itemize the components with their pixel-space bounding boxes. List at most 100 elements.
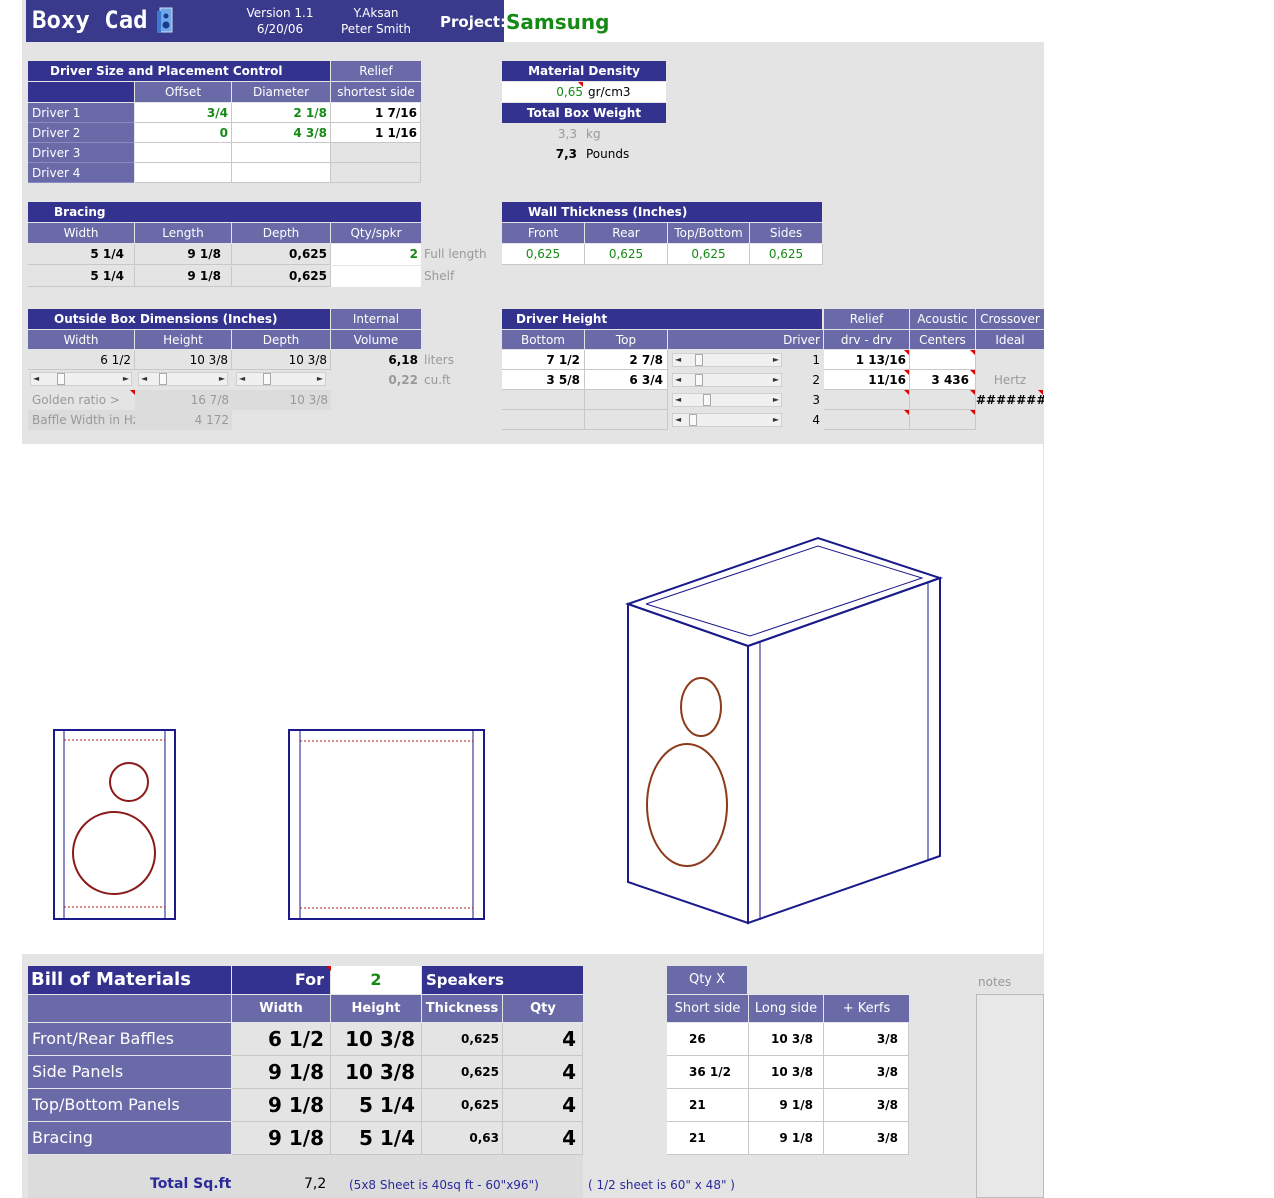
dh-relief-value: 11/16	[824, 370, 910, 390]
width-scrollbar[interactable]: ◄ ►	[30, 372, 132, 386]
bom-height-value: 5 1/4	[331, 1089, 422, 1122]
notes-box[interactable]	[976, 994, 1044, 1198]
dh-col-bottom: Bottom	[502, 330, 584, 349]
driver-relief-value	[331, 163, 421, 183]
version-label: Version 1.1	[246, 6, 314, 20]
driver-row-label: Driver 3	[28, 143, 134, 163]
bom-speaker-count[interactable]: 2	[331, 966, 421, 994]
driver-diameter-input[interactable]	[232, 163, 331, 183]
cuft-unit: cu.ft	[424, 373, 451, 387]
comment-marker	[904, 390, 909, 395]
bracing-length-value: 9 1/8	[135, 244, 232, 265]
driver-height-scrollbar[interactable]: ◄ ►	[672, 393, 782, 407]
comment-marker	[904, 350, 909, 355]
bracing-depth-value: 0,625	[232, 244, 331, 265]
dh-top-value	[585, 410, 668, 430]
bom-qty-value: 4	[503, 1023, 583, 1056]
relief-header: Relief	[331, 61, 421, 81]
comment-marker	[904, 410, 909, 415]
speaker-logo-icon	[157, 7, 173, 33]
dh-col-driver: Driver	[668, 330, 823, 349]
wall-thickness-input[interactable]: 0,625	[585, 244, 668, 265]
driver-diameter-input[interactable]	[232, 143, 331, 163]
driver-height-scrollbar[interactable]: ◄ ►	[672, 373, 782, 387]
total-sqft-value: 7,2	[304, 1176, 327, 1192]
cut-short-value: 26	[667, 1023, 749, 1056]
sheet-note: (5x8 Sheet is 40sq ft - 60"x96")	[349, 1178, 539, 1192]
comment-marker	[578, 82, 583, 87]
bracing-title: Bracing	[28, 202, 421, 222]
driver-diameter-input[interactable]: 2 1/8	[232, 103, 331, 123]
bracing-note: Full length	[424, 247, 487, 261]
comment-marker	[904, 370, 909, 375]
dh-bottom-value	[502, 390, 585, 410]
bracing-col-depth: Depth	[232, 223, 330, 243]
wall-col-1: Rear	[585, 223, 667, 243]
outside-height-value: 10 3/8	[135, 350, 232, 370]
baffle-width-value: 4 172	[135, 410, 232, 430]
wall-thickness-input[interactable]: 0,625	[502, 244, 585, 265]
dh-top-value	[585, 390, 668, 410]
driver-offset-input[interactable]	[135, 163, 232, 183]
driver-size-title: Driver Size and Placement Control	[28, 61, 330, 81]
bom-header-corner	[28, 995, 231, 1022]
bom-width-value: 9 1/8	[232, 1056, 331, 1089]
dh-top-value: 2 7/8	[585, 350, 668, 370]
driver-offset-input[interactable]: 0	[135, 123, 232, 143]
bom-qty-value: 4	[503, 1089, 583, 1122]
bracing-qty-input[interactable]	[331, 266, 421, 287]
driver-offset-input[interactable]	[135, 143, 232, 163]
density-input[interactable]: 0,65 gr/cm3	[502, 82, 666, 102]
project-name: Samsung	[506, 10, 610, 34]
dh-top-value: 6 3/4	[585, 370, 668, 390]
driver-row-label: Driver 1	[28, 103, 134, 123]
dh-acoustic-value	[910, 410, 976, 430]
driver-diameter-input[interactable]: 4 3/8	[232, 123, 331, 143]
driver-height-title: Driver Height	[502, 309, 822, 329]
author-2: Peter Smith	[341, 22, 411, 36]
wall-thickness-input[interactable]: 0,625	[668, 244, 750, 265]
dh-bottom-value: 3 5/8	[502, 370, 585, 390]
dh-driver-number: 1	[784, 350, 823, 370]
weight-lb-cell: 7,3 Pounds	[502, 144, 666, 164]
wall-col-3: Sides	[750, 223, 822, 243]
dh-relief-label: Relief	[824, 309, 909, 329]
driver-height-scrollbar[interactable]: ◄ ►	[672, 353, 782, 367]
wall-thickness-input[interactable]: 0,625	[750, 244, 823, 265]
driver-offset-input[interactable]: 3/4	[135, 103, 232, 123]
bom-row-label: Front/Rear Baffles	[28, 1023, 231, 1055]
half-sheet-note: ( 1/2 sheet is 60" x 48" )	[588, 1178, 735, 1192]
side-view-drawing	[288, 729, 485, 920]
dh-relief-value	[824, 410, 910, 430]
dh-acoustic-value: 3 436	[910, 370, 976, 390]
bom-thickness-value: 0,63	[422, 1122, 503, 1155]
wall-col-0: Front	[502, 223, 584, 243]
volume-liters: 6,18	[331, 350, 421, 370]
bom-speakers-label: Speakers	[422, 966, 583, 994]
outside-dimensions-title: Outside Box Dimensions (Inches)	[28, 309, 330, 329]
notes-label: notes	[978, 975, 1012, 989]
weight-lb-unit: Pounds	[586, 147, 630, 161]
outside-col-depth: Depth	[232, 330, 330, 349]
driver-height-scrollbar[interactable]: ◄ ►	[672, 413, 782, 427]
cut-short-value: 36 1/2	[667, 1056, 749, 1089]
bracing-width-value: 5 1/4	[28, 244, 135, 265]
weight-kg-unit: kg	[586, 127, 601, 141]
project-name-cell[interactable]: Samsung	[504, 0, 1044, 42]
total-weight-title: Total Box Weight	[502, 103, 666, 123]
height-scrollbar[interactable]: ◄ ►	[138, 372, 228, 386]
author-1: Y.Aksan	[353, 6, 399, 20]
cut-kerf-value: 3/8	[824, 1056, 909, 1089]
dh-crossover-sub: Ideal	[976, 330, 1044, 349]
bom-width-value: 9 1/8	[232, 1089, 331, 1122]
liters-unit: liters	[424, 353, 454, 367]
dh-acoustic-value	[910, 350, 976, 370]
bom-qty-value: 4	[503, 1056, 583, 1089]
outside-width-value: 6 1/2	[28, 350, 135, 370]
depth-scrollbar[interactable]: ◄ ►	[236, 372, 326, 386]
cut-kerf-value: 3/8	[824, 1023, 909, 1056]
bom-width-value: 9 1/8	[232, 1122, 331, 1155]
comment-marker	[970, 410, 975, 415]
bracing-qty-input[interactable]: 2	[331, 244, 421, 265]
bom-thickness-value: 0,625	[422, 1089, 503, 1122]
